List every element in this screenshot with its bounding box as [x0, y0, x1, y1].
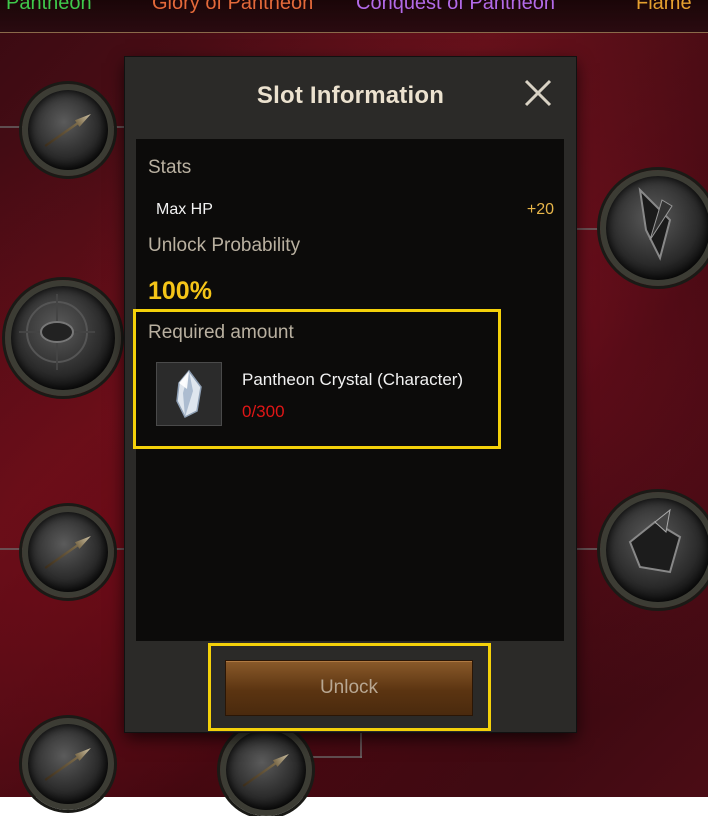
spear-skill-node[interactable] — [22, 506, 114, 598]
spear-skill-node[interactable] — [22, 718, 114, 810]
claw-icon — [628, 508, 682, 574]
item-count: 0/300 — [242, 402, 285, 421]
unlock-probability-label: Unlock Probability — [148, 235, 301, 256]
eye-skill-node[interactable] — [5, 280, 121, 396]
stat-name: Max HP — [156, 201, 213, 218]
close-icon — [524, 79, 552, 107]
connector-line — [360, 732, 362, 758]
spear-icon — [241, 751, 291, 790]
spear-icon — [43, 533, 93, 572]
item-name: Pantheon Crystal (Character) — [242, 370, 464, 389]
skill-tree-background: Pantheon Glory of Pantheon Conquest of P… — [0, 0, 708, 816]
dialog-title: Slot Information — [256, 82, 445, 109]
blade-icon — [638, 187, 673, 261]
stats-label: Stats — [148, 157, 192, 178]
tab-glory-of-pantheon[interactable]: Glory of Pantheon — [152, 0, 313, 15]
item-slot[interactable] — [156, 362, 222, 426]
eye-icon — [19, 294, 95, 370]
tab-flame[interactable]: Flame — [636, 0, 692, 15]
unlock-probability-value: 100% — [148, 277, 212, 305]
stat-value: +20 — [526, 201, 554, 218]
claw-skill-node[interactable] — [600, 492, 708, 608]
spear-skill-node[interactable] — [22, 84, 114, 176]
blade-skill-node[interactable] — [600, 170, 708, 286]
crystal-icon — [176, 369, 202, 419]
spear-icon — [43, 111, 93, 150]
tab-conquest-of-pantheon[interactable]: Conquest of Pantheon — [356, 0, 555, 15]
tab-bar: Pantheon Glory of Pantheon Conquest of P… — [0, 0, 708, 33]
spear-skill-node[interactable] — [220, 724, 312, 816]
close-button[interactable] — [520, 75, 556, 111]
tab-pantheon[interactable]: Pantheon — [6, 0, 92, 15]
spear-icon — [43, 745, 93, 784]
unlock-button[interactable]: Unlock — [225, 660, 473, 716]
